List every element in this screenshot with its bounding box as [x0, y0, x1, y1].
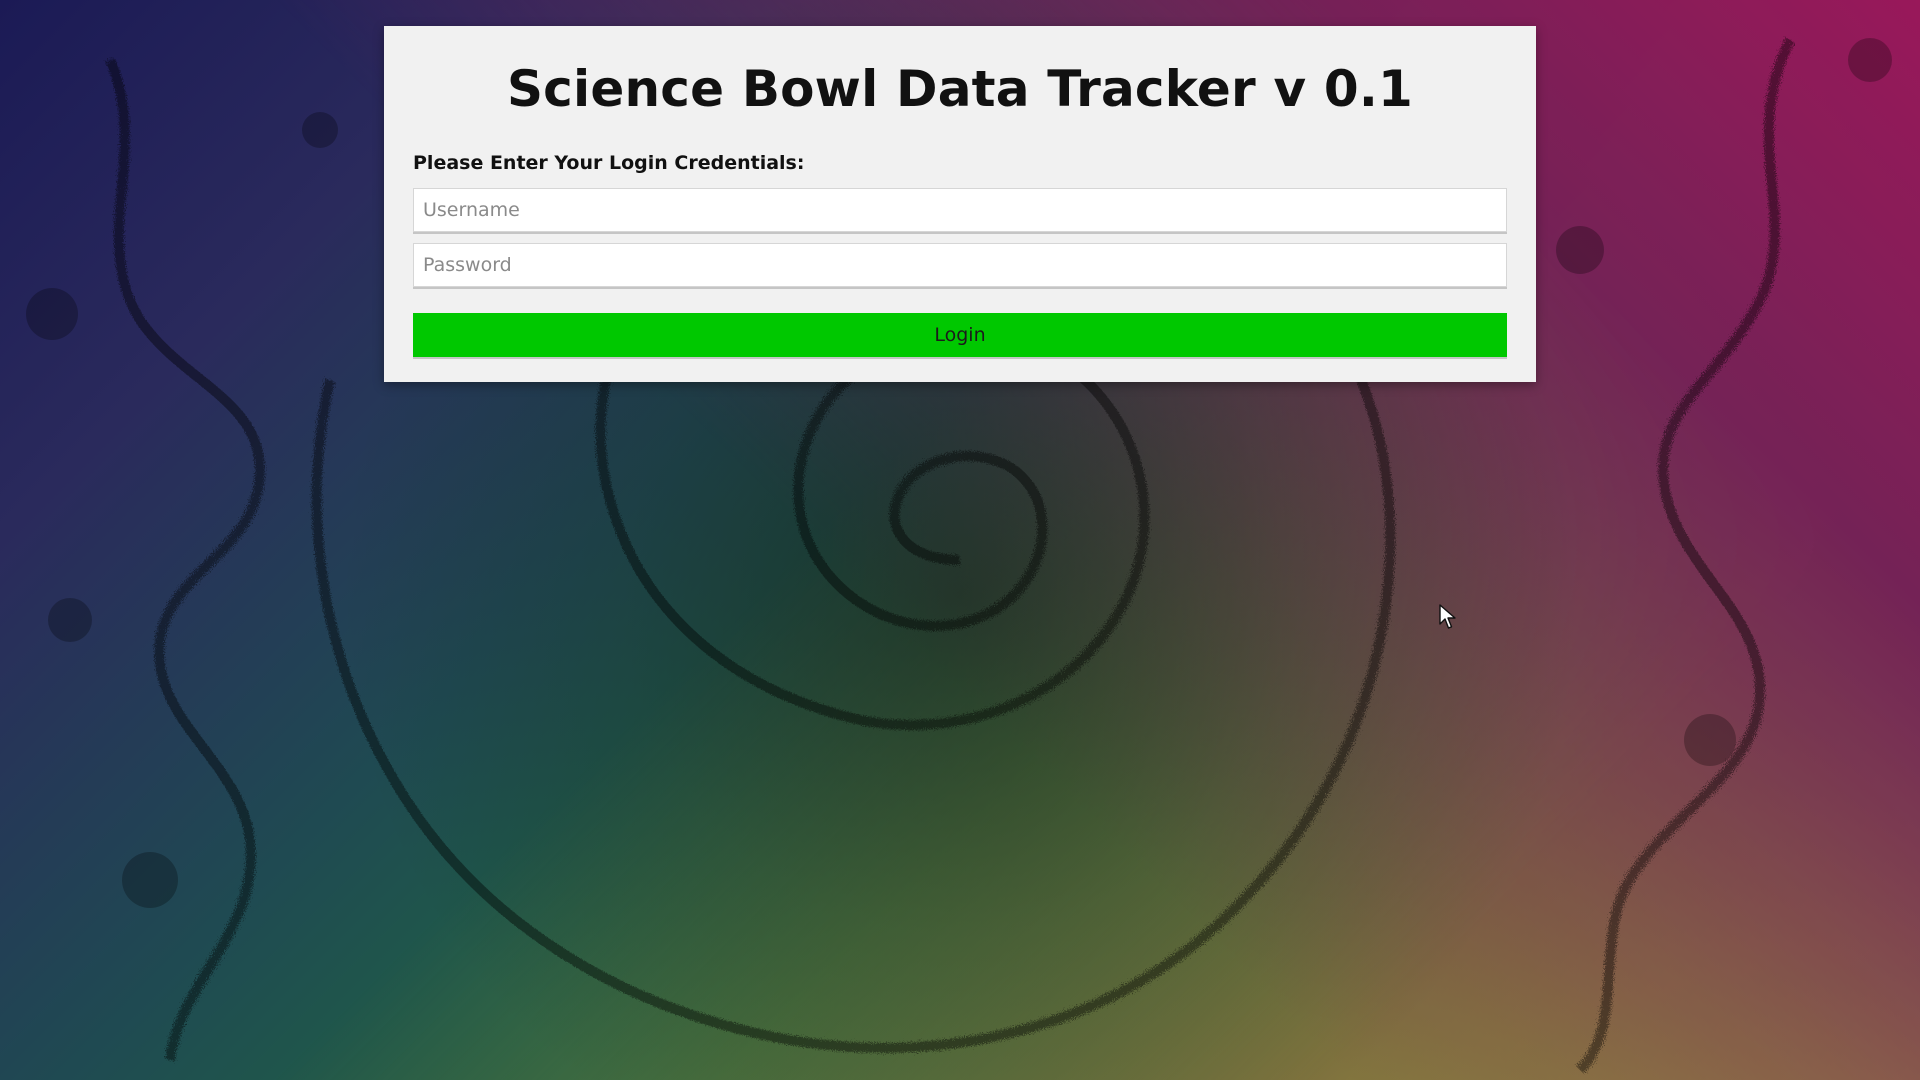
- username-field-container: [413, 188, 1507, 232]
- username-input[interactable]: [423, 189, 1506, 231]
- page-title: Science Bowl Data Tracker v 0.1: [506, 60, 1414, 118]
- login-button[interactable]: Login: [413, 313, 1507, 357]
- mouse-pointer-icon: [1439, 604, 1456, 629]
- desktop-background: Science Bowl Data Tracker v 0.1 Please E…: [0, 0, 1920, 1080]
- login-prompt-label: Please Enter Your Login Credentials:: [413, 152, 805, 174]
- password-input[interactable]: [423, 244, 1506, 286]
- login-panel: Science Bowl Data Tracker v 0.1 Please E…: [384, 26, 1536, 382]
- password-field-container: [413, 243, 1507, 287]
